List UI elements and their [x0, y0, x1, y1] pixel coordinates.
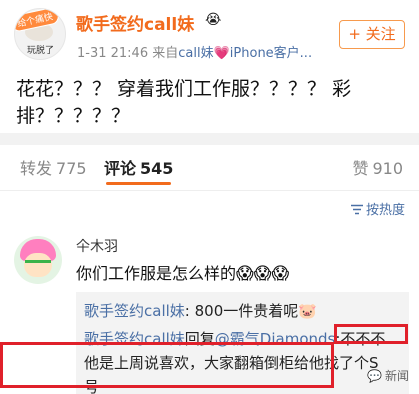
- crying-emoji-icon: 😭: [205, 12, 222, 28]
- comment-text: 你们工作服是怎么样的😱😱😱: [76, 260, 289, 284]
- source-user-link[interactable]: call妹: [178, 46, 213, 61]
- tab-like-label: 赞: [352, 159, 369, 178]
- comment-body: 你们工作服是怎么样的: [76, 264, 237, 283]
- highlight-box: [334, 324, 408, 344]
- watermark: 💬 新闻: [367, 367, 409, 384]
- commenter-avatar[interactable]: [14, 236, 62, 284]
- avatar-glasses: [25, 260, 51, 266]
- sort-row: 按热度: [0, 190, 419, 220]
- tab-repost[interactable]: 转发 775: [20, 155, 87, 179]
- tab-repost-count: 775: [56, 159, 87, 178]
- post-body: 花花？？？ 穿着我们工作服？？？？ 彩排？？？？？: [16, 78, 352, 127]
- tab-repost-label: 转发: [20, 159, 53, 178]
- tab-comment-count: 545: [140, 159, 174, 178]
- scream-emoji-icon: 😱😱😱: [236, 264, 290, 284]
- follow-button[interactable]: + 关注: [339, 20, 405, 49]
- interaction-tabs: 转发 775 评论 545 赞 910: [0, 145, 419, 187]
- post-header: 给个痛快 玩脱了 歌手签约call妹 😭 1-31 21:46 来自call妹💗…: [0, 0, 419, 61]
- source-prefix: 来自: [152, 46, 179, 61]
- tab-like[interactable]: 赞 910: [352, 155, 403, 179]
- heart-icon: 💗: [213, 46, 230, 61]
- reply-author-link[interactable]: 歌手签约call妹: [84, 302, 185, 320]
- tab-like-count: 910: [372, 159, 403, 178]
- sort-by-popularity-button[interactable]: 按热度: [350, 199, 405, 218]
- avatar-caption: 玩脱了: [27, 46, 55, 56]
- section-divider: [0, 133, 419, 145]
- watermark-text: 新闻: [384, 369, 409, 383]
- active-tab-indicator: [106, 182, 172, 185]
- chat-bubble-icon: 💬: [367, 369, 382, 383]
- reply-item: 歌手签约call妹: 800一件贵着呢🐷: [84, 300, 317, 321]
- post-meta: 1-31 21:46 来自call妹💗iPhone客户...: [77, 42, 312, 61]
- commenter-name[interactable]: 仐木羽: [76, 236, 118, 256]
- author-name[interactable]: 歌手签约call妹: [76, 10, 194, 35]
- sort-filter-icon: [350, 204, 363, 215]
- post-timestamp: 1-31 21:46: [77, 46, 149, 61]
- source-device-link[interactable]: iPhone客户...: [230, 46, 312, 61]
- tab-comment-label: 评论: [104, 159, 137, 178]
- comment-item: 仐木羽 你们工作服是怎么样的😱😱😱 歌手签约call妹: 800一件贵着呢🐷 歌…: [0, 230, 419, 394]
- sort-label: 按热度: [365, 203, 405, 218]
- reply-thread[interactable]: 歌手签约call妹: 800一件贵着呢🐷 歌手签约call妹回复@霸气Diamo…: [0, 292, 409, 394]
- highlight-box: [0, 342, 334, 388]
- author-avatar[interactable]: 给个痛快 玩脱了: [14, 8, 66, 60]
- tab-comment[interactable]: 评论 545: [104, 155, 174, 185]
- reply-text: : 800一件贵着呢🐷: [184, 302, 317, 320]
